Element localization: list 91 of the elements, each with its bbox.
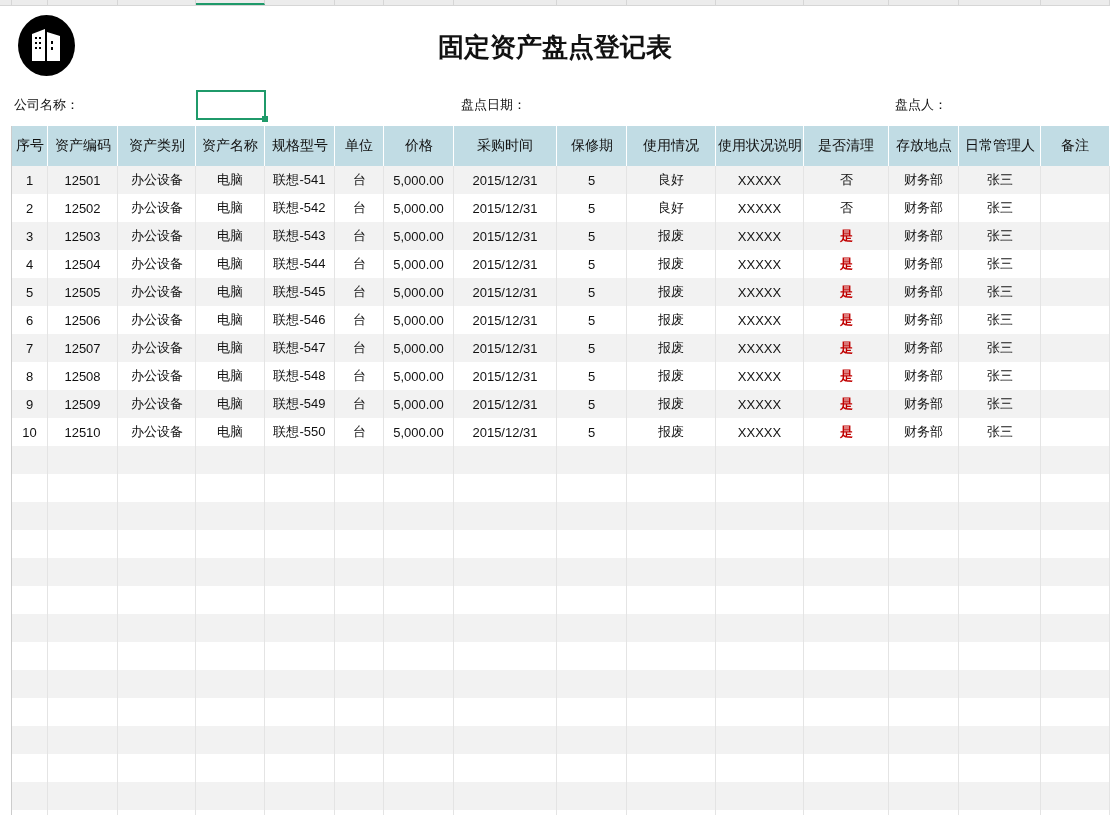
table-cell: 是 xyxy=(804,390,889,418)
table-cell: XXXXX xyxy=(716,334,804,362)
table-cell: 5,000.00 xyxy=(384,278,454,306)
table-cell: 电脑 xyxy=(196,222,265,250)
table-cell: 财务部 xyxy=(889,334,959,362)
table-cell: 2015/12/31 xyxy=(454,390,557,418)
table-cell: 联想-541 xyxy=(265,166,335,194)
column-header: 资产类别 xyxy=(118,126,196,166)
table-cell: 电脑 xyxy=(196,390,265,418)
table-cell: 是 xyxy=(804,222,889,250)
table-cell: 7 xyxy=(12,334,48,362)
table-cell: 12509 xyxy=(48,390,118,418)
table-cell: 张三 xyxy=(959,166,1041,194)
inventory-person-label: 盘点人： xyxy=(895,96,948,114)
column-header: 是否清理 xyxy=(804,126,889,166)
table-cell: 台 xyxy=(335,390,384,418)
table-cell: 2015/12/31 xyxy=(454,222,557,250)
column-header: 价格 xyxy=(384,126,454,166)
table-cell: 9 xyxy=(12,390,48,418)
table-cell: 台 xyxy=(335,166,384,194)
table-cell: 联想-547 xyxy=(265,334,335,362)
table-cell: 报废 xyxy=(627,222,716,250)
table-cell: 电脑 xyxy=(196,278,265,306)
table-cell: 5 xyxy=(557,390,627,418)
column-header: 日常管理人 xyxy=(959,126,1041,166)
table-cell: 办公设备 xyxy=(118,278,196,306)
column-header: 资产编码 xyxy=(48,126,118,166)
table-cell: 张三 xyxy=(959,390,1041,418)
table-cell: 5 xyxy=(557,166,627,194)
table-cell: 台 xyxy=(335,222,384,250)
column-header: 备注 xyxy=(1041,126,1110,166)
column-header: 存放地点 xyxy=(889,126,959,166)
table-cell: 联想-549 xyxy=(265,390,335,418)
company-name-label: 公司名称： xyxy=(13,96,80,114)
table-cell: 2015/12/31 xyxy=(454,166,557,194)
table-cell: 电脑 xyxy=(196,166,265,194)
sheet-title: 固定资产盘点登记表 xyxy=(438,31,672,64)
table-cell: 张三 xyxy=(959,278,1041,306)
table-cell: 5,000.00 xyxy=(384,334,454,362)
table-cell: 张三 xyxy=(959,334,1041,362)
table-cell: 1 xyxy=(12,166,48,194)
table-cell: 办公设备 xyxy=(118,166,196,194)
column-header: 资产名称 xyxy=(196,126,265,166)
table-cell: 联想-543 xyxy=(265,222,335,250)
table-cell: 报废 xyxy=(627,278,716,306)
table-cell: 5 xyxy=(557,222,627,250)
column-header: 保修期 xyxy=(557,126,627,166)
table-cell: 办公设备 xyxy=(118,222,196,250)
table-cell: 3 xyxy=(12,222,48,250)
table-cell: 财务部 xyxy=(889,222,959,250)
column-header: 使用状况说明 xyxy=(716,126,804,166)
selected-cell[interactable] xyxy=(196,90,266,120)
table-cell: 是 xyxy=(804,278,889,306)
table-cell: XXXXX xyxy=(716,166,804,194)
table-cell: 财务部 xyxy=(889,166,959,194)
inventory-date-label: 盘点日期： xyxy=(461,96,527,114)
table-cell: 办公设备 xyxy=(118,334,196,362)
table-cell: 5 xyxy=(557,334,627,362)
table-cell: 5,000.00 xyxy=(384,390,454,418)
column-header: 序号 xyxy=(12,126,48,166)
table-cell: 台 xyxy=(335,278,384,306)
table-cell: 5,000.00 xyxy=(384,222,454,250)
table-cell: 12505 xyxy=(48,278,118,306)
table-cell: 报废 xyxy=(627,334,716,362)
table-cell: 5,000.00 xyxy=(384,166,454,194)
table-cell: XXXXX xyxy=(716,390,804,418)
table-cell: 12507 xyxy=(48,334,118,362)
table-cell: 报废 xyxy=(627,390,716,418)
column-header: 使用情况 xyxy=(627,126,716,166)
table-cell: 财务部 xyxy=(889,278,959,306)
table-cell: 否 xyxy=(804,166,889,194)
table-cell: 财务部 xyxy=(889,390,959,418)
column-header: 单位 xyxy=(335,126,384,166)
table-cell: 良好 xyxy=(627,166,716,194)
table-cell: 张三 xyxy=(959,222,1041,250)
column-header: 采购时间 xyxy=(454,126,557,166)
table-cell: 12503 xyxy=(48,222,118,250)
table-cell: 12501 xyxy=(48,166,118,194)
table-cell: XXXXX xyxy=(716,222,804,250)
table-cell: 联想-545 xyxy=(265,278,335,306)
building-logo-icon xyxy=(18,14,75,76)
table-cell: 2015/12/31 xyxy=(454,278,557,306)
table-cell: 台 xyxy=(335,334,384,362)
table-cell: 办公设备 xyxy=(118,390,196,418)
column-header: 规格型号 xyxy=(265,126,335,166)
table-cell: 2015/12/31 xyxy=(454,334,557,362)
table-cell: 是 xyxy=(804,334,889,362)
table-cell: XXXXX xyxy=(716,278,804,306)
table-cell: 电脑 xyxy=(196,334,265,362)
table-cell: 5 xyxy=(12,278,48,306)
table-cell: 5 xyxy=(557,278,627,306)
